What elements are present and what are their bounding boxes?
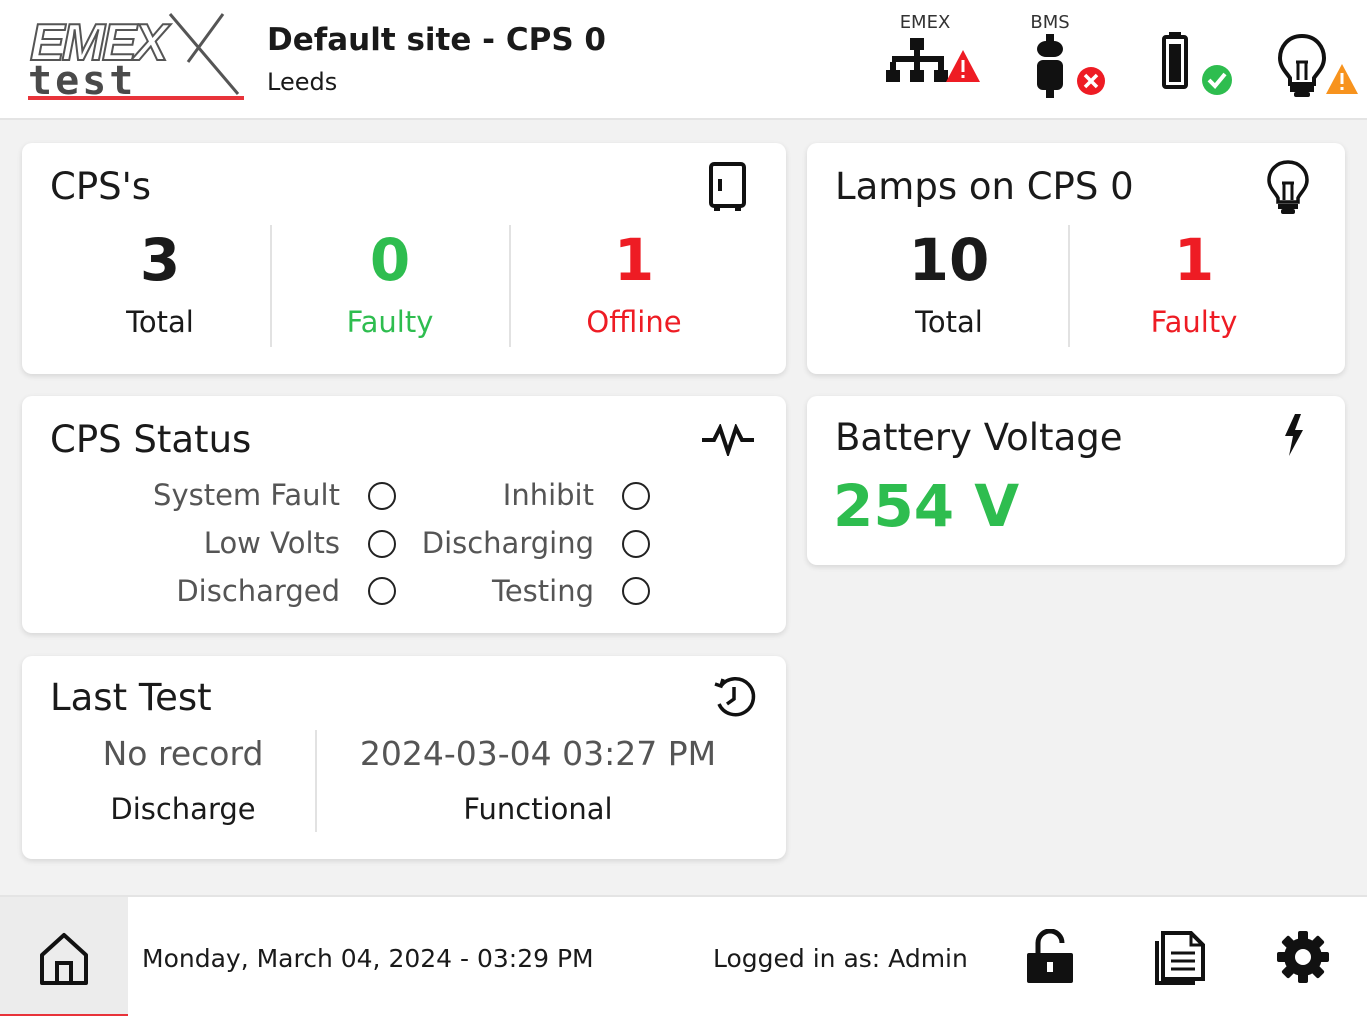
documents-button[interactable] bbox=[1153, 929, 1207, 989]
lamps-faulty-stat: 1 Faulty bbox=[1094, 225, 1294, 339]
cps-offline-stat: 1 Offline bbox=[534, 225, 734, 339]
status-indicator-discharging bbox=[622, 530, 650, 558]
bms-status-label: BMS bbox=[1030, 12, 1070, 33]
divider bbox=[270, 225, 272, 347]
lamps-summary-card[interactable]: Lamps on CPS 0 10 Total 1 Faulty bbox=[807, 143, 1345, 374]
gear-icon bbox=[1277, 931, 1329, 983]
status-label-low-volts: Low Volts bbox=[203, 526, 340, 560]
cps-faulty-stat: 0 Faulty bbox=[290, 225, 490, 339]
settings-button[interactable] bbox=[1275, 929, 1331, 989]
footer-bar: Monday, March 04, 2024 - 03:29 PM Logged… bbox=[0, 895, 1367, 1016]
discharge-test-value: No record bbox=[102, 734, 264, 773]
status-label-discharged: Discharged bbox=[176, 574, 340, 608]
pulse-icon bbox=[700, 422, 756, 460]
unlock-icon bbox=[1027, 928, 1073, 983]
last-test-card[interactable]: Last Test No record Discharge 2024-03-04… bbox=[22, 656, 786, 859]
stat-value: 10 bbox=[908, 226, 990, 294]
stat-label: Total bbox=[915, 305, 983, 339]
lamp-icon bbox=[1277, 33, 1358, 97]
footer-datetime: Monday, March 04, 2024 - 03:29 PM bbox=[142, 944, 594, 973]
battery-voltage-card[interactable]: Battery Voltage 254 V bbox=[807, 396, 1345, 565]
battery-status-indicator[interactable] bbox=[1130, 10, 1240, 105]
check-ok-icon bbox=[1202, 65, 1232, 95]
stat-value: 1 bbox=[613, 226, 655, 294]
discharge-test-label: Discharge bbox=[110, 792, 256, 826]
bms-status-indicator[interactable]: BMS bbox=[995, 10, 1105, 105]
status-indicator-system-fault bbox=[368, 482, 396, 510]
status-indicator-testing bbox=[622, 577, 650, 605]
svg-text:test: test bbox=[28, 58, 136, 102]
stat-label: Faulty bbox=[346, 305, 434, 339]
header-bar: EMEX test Default site - CPS 0 Leeds EME… bbox=[0, 0, 1367, 120]
bulb-icon bbox=[1265, 159, 1311, 219]
status-label-system-fault: System Fault bbox=[153, 478, 340, 512]
home-button[interactable] bbox=[0, 897, 128, 1016]
stat-value: 0 bbox=[369, 226, 411, 294]
cabinet-icon bbox=[708, 161, 748, 217]
stat-value: 1 bbox=[1173, 226, 1215, 294]
battery-icon bbox=[1162, 32, 1232, 95]
site-location: Leeds bbox=[267, 68, 338, 96]
battery-cell-icon bbox=[1037, 34, 1105, 98]
stat-label: Total bbox=[126, 305, 194, 339]
home-icon bbox=[40, 933, 88, 985]
card-title: Last Test bbox=[50, 676, 212, 719]
emex-test-logo: EMEX test bbox=[28, 10, 246, 104]
battery-voltage-value: 254 V bbox=[833, 472, 1020, 540]
divider bbox=[509, 225, 511, 347]
status-label-discharging: Discharging bbox=[421, 526, 594, 560]
status-indicator-discharged bbox=[368, 577, 396, 605]
stat-value: 3 bbox=[139, 226, 181, 294]
lightning-icon bbox=[1279, 412, 1309, 462]
cps-summary-card[interactable]: CPS's 3 Total 0 Faulty 1 Offline bbox=[22, 143, 786, 374]
cps-status-card[interactable]: CPS Status System Fault Inhibit Low Volt… bbox=[22, 396, 786, 633]
error-x-icon bbox=[1077, 67, 1105, 95]
status-indicator-low-volts bbox=[368, 530, 396, 558]
site-title: Default site - CPS 0 bbox=[267, 22, 607, 58]
history-clock-icon bbox=[711, 674, 757, 724]
network-icon bbox=[886, 38, 980, 82]
lamps-total-stat: 10 Total bbox=[849, 225, 1049, 339]
stat-label: Offline bbox=[586, 305, 682, 339]
emex-status-label: EMEX bbox=[899, 12, 951, 33]
warning-triangle-icon bbox=[946, 50, 980, 82]
warning-triangle-icon bbox=[1326, 64, 1358, 94]
status-indicator-inhibit bbox=[622, 482, 650, 510]
functional-test-value: 2024-03-04 03:27 PM bbox=[359, 734, 717, 773]
emex-status-indicator[interactable]: EMEX bbox=[870, 10, 980, 105]
status-label-testing: Testing bbox=[492, 574, 594, 608]
stat-label: Faulty bbox=[1150, 305, 1238, 339]
lamp-status-indicator[interactable] bbox=[1262, 10, 1367, 105]
functional-test-label: Functional bbox=[463, 792, 613, 826]
card-title: CPS's bbox=[50, 165, 152, 208]
card-title: CPS Status bbox=[50, 418, 252, 461]
cps-total-stat: 3 Total bbox=[60, 225, 260, 339]
documents-icon bbox=[1155, 931, 1205, 985]
card-title: Battery Voltage bbox=[835, 416, 1123, 459]
status-label-inhibit: Inhibit bbox=[502, 478, 594, 512]
divider bbox=[315, 730, 317, 832]
unlock-button[interactable] bbox=[1024, 928, 1076, 989]
divider bbox=[1068, 225, 1070, 347]
card-title: Lamps on CPS 0 bbox=[835, 165, 1134, 208]
logged-in-user: Logged in as: Admin bbox=[713, 944, 968, 973]
